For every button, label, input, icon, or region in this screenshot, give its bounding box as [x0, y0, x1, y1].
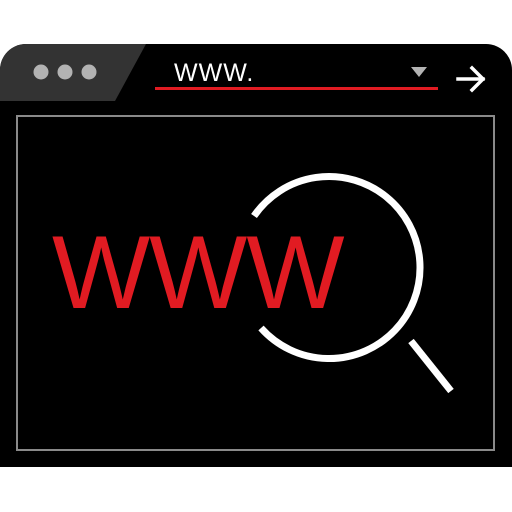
window-dot-3-icon[interactable]	[81, 64, 97, 80]
arrow-right-icon[interactable]	[454, 63, 488, 95]
address-bar-text[interactable]: WWW.	[174, 58, 374, 88]
controls-tab	[0, 44, 146, 101]
magnifier-handle	[408, 338, 454, 394]
caret-down-icon[interactable]	[411, 67, 427, 77]
window-dot-2-icon[interactable]	[57, 64, 73, 80]
address-bar-underline	[155, 87, 438, 90]
magnifier-icon	[251, 173, 454, 394]
window-dot-1-icon[interactable]	[33, 64, 49, 80]
browser-window-illustration: WWW. WWW	[0, 0, 512, 512]
magnifier-lens	[251, 173, 424, 363]
